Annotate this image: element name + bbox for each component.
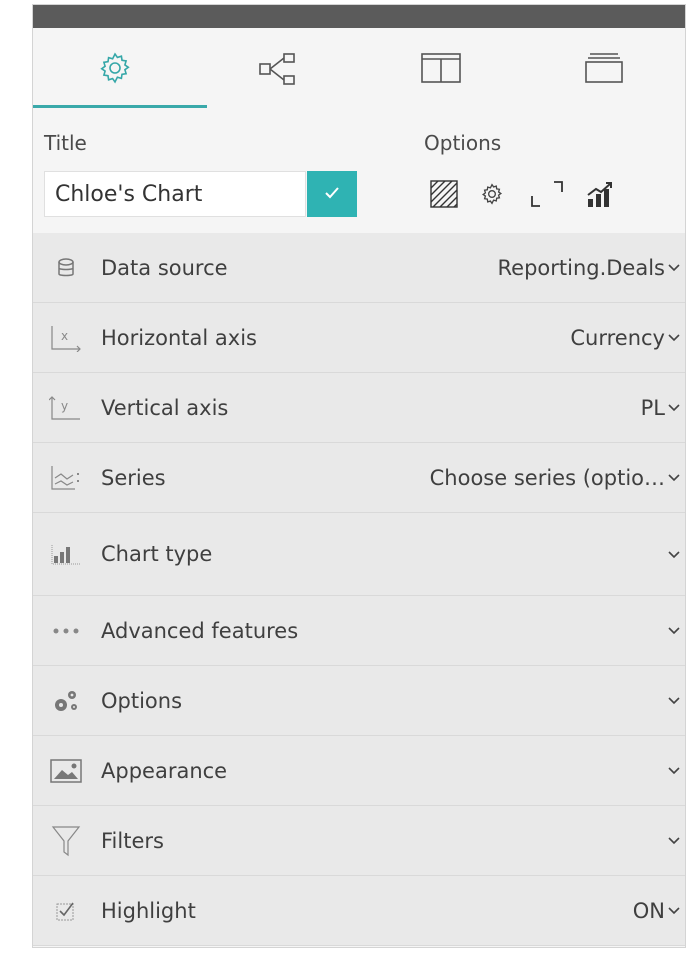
row-label: Highlight [101, 899, 196, 923]
chevron-down-icon [667, 666, 681, 736]
chevron-down-icon [667, 876, 681, 946]
row-value: Reporting.Deals [497, 256, 666, 280]
row-label: Options [101, 689, 183, 713]
chevron-down-icon [667, 303, 681, 373]
row-data-source[interactable]: Data source Reporting.Deals [33, 233, 685, 303]
chart-trend-icon[interactable] [583, 176, 617, 212]
row-chart-type[interactable]: Chart type [33, 513, 685, 596]
ellipsis-icon [45, 596, 87, 666]
bar-chart-icon [45, 513, 87, 596]
chart-settings-panel: Title Options [32, 4, 686, 948]
tab-layers[interactable] [522, 28, 685, 112]
chevron-down-icon [667, 443, 681, 513]
row-label: Chart type [101, 542, 213, 566]
image-icon [45, 736, 87, 806]
row-value: PL [640, 396, 665, 420]
row-options[interactable]: Options [33, 666, 685, 736]
expand-corners-icon[interactable] [527, 176, 567, 212]
chevron-down-icon [667, 233, 681, 303]
title-input[interactable] [44, 171, 306, 217]
chevron-down-icon [667, 596, 681, 666]
gear-icon [97, 50, 133, 90]
row-filters[interactable]: Filters [33, 806, 685, 876]
row-label: Appearance [101, 759, 228, 783]
check-icon [324, 185, 340, 204]
chevron-down-icon [667, 513, 681, 596]
row-appearance[interactable]: Appearance [33, 736, 685, 806]
gears-icon [45, 666, 87, 736]
x-axis-icon: x [45, 303, 87, 373]
options-label: Options [424, 131, 502, 155]
settings-list: Data source Reporting.Deals x Horizontal… [33, 233, 685, 946]
row-label: Series [101, 466, 166, 490]
row-series[interactable]: Series Choose series (optio… [33, 443, 685, 513]
svg-text:y: y [61, 399, 68, 413]
title-label: Title [44, 131, 87, 155]
row-value: Choose series (optio… [429, 466, 665, 490]
row-horizontal-axis[interactable]: x Horizontal axis Currency [33, 303, 685, 373]
row-label: Horizontal axis [101, 326, 257, 350]
row-value: ON [632, 899, 665, 923]
chevron-down-icon [667, 806, 681, 876]
row-vertical-axis[interactable]: y Vertical axis PL [33, 373, 685, 443]
tab-bar [33, 28, 685, 112]
chevron-down-icon [667, 373, 681, 443]
tab-settings[interactable] [33, 28, 196, 112]
chevron-down-icon [667, 736, 681, 806]
row-label: Advanced features [101, 619, 299, 643]
database-icon [45, 233, 87, 303]
options-gear-icon[interactable] [478, 176, 506, 212]
tab-data-flow[interactable] [196, 28, 359, 112]
panel-top-bar [33, 5, 685, 28]
data-flow-icon [256, 50, 300, 90]
row-advanced-features[interactable]: Advanced features [33, 596, 685, 666]
row-label: Filters [101, 829, 164, 853]
row-value: Currency [570, 326, 665, 350]
filter-icon [45, 806, 87, 876]
hatch-pattern-icon[interactable] [427, 176, 461, 212]
y-axis-icon: y [45, 373, 87, 443]
highlight-checkbox-icon [45, 876, 87, 946]
layers-icon [582, 50, 626, 90]
series-icon [45, 443, 87, 513]
confirm-title-button[interactable] [307, 171, 357, 217]
svg-text:x: x [61, 329, 68, 343]
split-layout-icon [419, 50, 463, 90]
row-label: Data source [101, 256, 228, 280]
row-highlight[interactable]: Highlight ON [33, 876, 685, 946]
active-tab-indicator [33, 105, 207, 108]
tab-layout[interactable] [359, 28, 522, 112]
row-label: Vertical axis [101, 396, 229, 420]
